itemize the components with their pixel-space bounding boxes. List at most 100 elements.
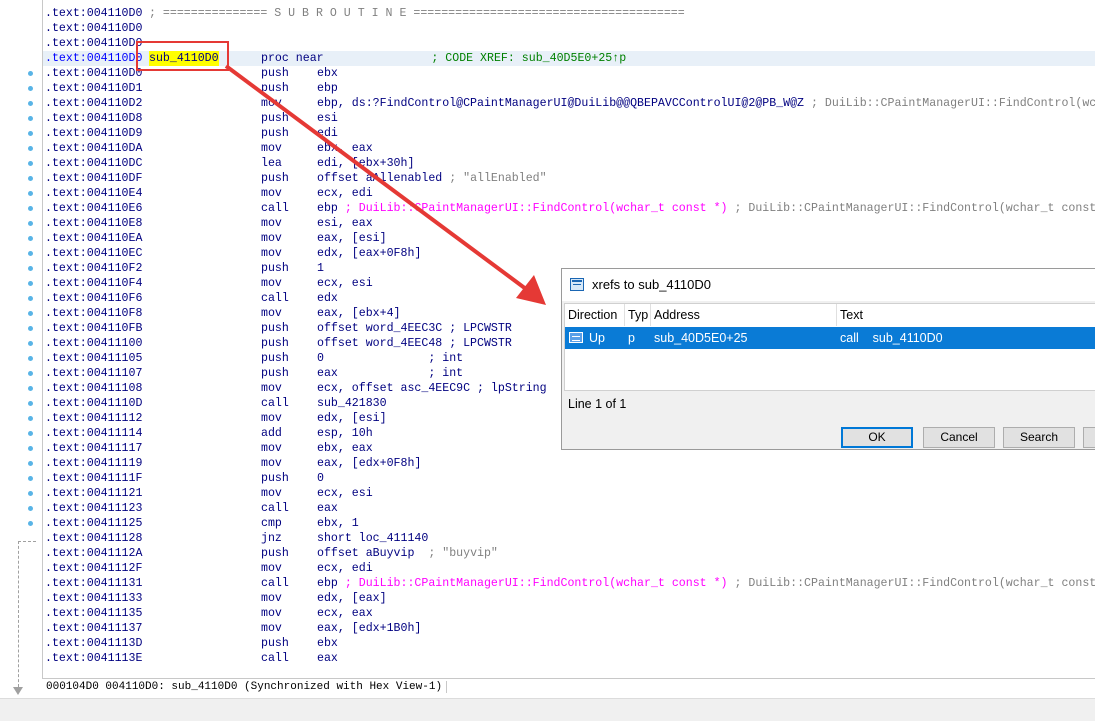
flow-dot-icon [28,341,33,346]
xref-type: p [628,327,635,349]
operand-text: offset word_4EEC48 ; LPCWSTR [317,337,512,350]
help-button-partial[interactable] [1083,427,1095,448]
column-header-text[interactable]: Text [837,304,1095,326]
mnemonic: push [261,66,289,81]
operand-text: ebp [317,577,338,590]
mnemonic: push [261,321,289,336]
operands: edx, [esi] [317,411,387,426]
operand-text: ecx, edi [317,187,373,200]
line-address: .text:0041113D [45,636,142,651]
column-header-address[interactable]: Address [651,304,837,326]
operand-text: ecx, esi [317,277,373,290]
line-address: .text:00411112 [45,411,142,426]
mnemonic: push [261,81,289,96]
operands: eax, [edx+1B0h] [317,621,421,636]
xrefs-dialog[interactable]: xrefs to sub_4110D0 Direction Typ Addres… [561,268,1095,450]
xref-text: call sub_4110D0 [840,327,943,349]
column-header-type[interactable]: Typ [625,304,651,326]
operands: ebx [317,66,338,81]
operand-text: ebp [317,202,338,215]
comment: ; "buyvip" [414,547,498,560]
operands: ebx, 1 [317,516,359,531]
dialog-title: xrefs to sub_4110D0 [592,277,711,292]
operands: offset aAllenabled ; "allEnabled" [317,171,547,186]
line-address: .text:0041112F [45,561,142,576]
mnemonic: mov [261,141,282,156]
dialog-title-bar[interactable]: xrefs to sub_4110D0 [562,269,1095,301]
function-comment: ; DuiLib::CPaintManagerUI::FindControl(w… [338,202,728,215]
cancel-button[interactable]: Cancel [923,427,995,448]
operands: ebx, eax [317,441,373,456]
comment: ; DuiLib::CPaintManagerUI::FindControl(w… [728,577,1095,590]
operand-text: ebx, eax [317,442,373,455]
mnemonic: mov [261,246,282,261]
mnemonic: mov [261,486,282,501]
xrefs-list[interactable]: Direction Typ Address Text Up p sub_40D5… [564,303,1095,391]
operands: ecx, esi [317,486,373,501]
operand-text: eax, [esi] [317,232,387,245]
mnemonic: mov [261,186,282,201]
flow-dot-icon [28,386,33,391]
operands: offset word_4EEC3C ; LPCWSTR [317,321,512,336]
search-button[interactable]: Search [1003,427,1075,448]
operands: ecx, edi [317,561,373,576]
flow-dot-icon [28,221,33,226]
operands: eax [317,501,338,516]
flow-dot-icon [28,176,33,181]
mnemonic: push [261,171,289,186]
operands: edi [317,126,338,141]
column-header-direction[interactable]: Direction [565,304,625,326]
operands: 1 [317,261,324,276]
line-address: .text:004110EC [45,246,142,261]
operand-text: offset aAllenabled [317,172,442,185]
mnemonic: push [261,636,289,651]
operand-text: ebx, eax [317,142,373,155]
operand-text: ecx, eax [317,607,373,620]
operands: sub_421830 [317,396,387,411]
flow-dot-icon [28,491,33,496]
operands: ebp, ds:?FindControl@CPaintManagerUI@Dui… [317,96,1095,111]
operand-text: edx [317,292,338,305]
flow-dot-icon [28,521,33,526]
flow-dot-icon [28,206,33,211]
flow-dot-icon [28,476,33,481]
line-address: .text:00411107 [45,366,142,381]
operand-text: eax [317,502,338,515]
mnemonic: mov [261,381,282,396]
operand-text: 1 [317,262,324,275]
operands: ebx [317,636,338,651]
jump-line-start [18,541,36,542]
line-address: .text:00411137 [45,621,142,636]
operand-text: edx, [eax+0F8h] [317,247,421,260]
operand-text: edx, [esi] [317,412,387,425]
bottom-panel [0,698,1095,721]
function-label[interactable]: sub_4110D0 [149,51,219,66]
operand-text: ; CODE XREF: sub_40D5E0+25↑p [327,52,626,65]
line-address: .text:004110D0 [45,6,142,21]
listing-line[interactable]: .text:004110D0sub_4110D0proc near ; CODE… [43,51,1095,66]
operand-text: 0 ; int [317,352,463,365]
operands: ebp [317,81,338,96]
operand-text: sub_421830 [317,397,387,410]
operand-text: ecx, edi [317,562,373,575]
operands: ebx, eax [317,141,373,156]
operands: esi, eax [317,216,373,231]
operands: edx [317,291,338,306]
line-address: .text:00411133 [45,591,142,606]
flow-dot-icon [28,296,33,301]
operand-text: ebx [317,67,338,80]
operand-text: ebx, 1 [317,517,359,530]
operand-text: short loc_411140 [317,532,428,545]
mnemonic: push [261,351,289,366]
xref-row[interactable]: Up p sub_40D5E0+25 call sub_4110D0 [565,327,1095,349]
ok-button[interactable]: OK [841,427,913,448]
line-address: .text:00411105 [45,351,142,366]
mnemonic: call [261,201,289,216]
line-address: .text:004110F8 [45,306,142,321]
operand-text: 0 [317,472,324,485]
mnemonic: push [261,336,289,351]
operand-text: esi, eax [317,217,373,230]
flow-dot-icon [28,356,33,361]
operands: eax ; int [317,366,463,381]
operands: edi, [ebx+30h] [317,156,414,171]
